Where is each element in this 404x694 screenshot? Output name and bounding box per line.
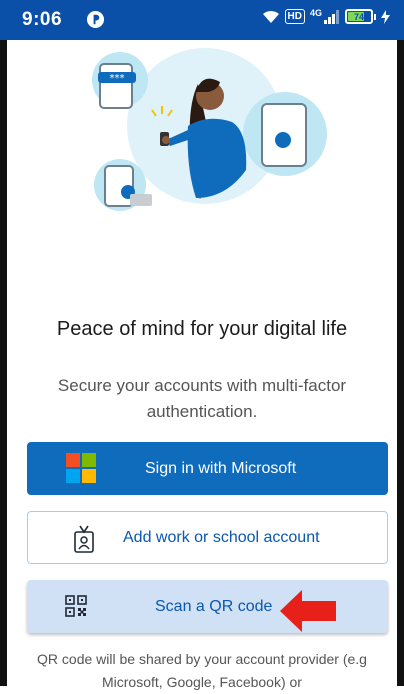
add-account-label: Add work or school account — [123, 528, 320, 546]
svg-text:***: *** — [110, 73, 125, 84]
red-arrow-icon — [280, 590, 336, 632]
battery-percent: 74 — [353, 11, 364, 22]
hd-badge: HD — [284, 9, 305, 24]
scan-qr-label: Scan a QR code — [155, 597, 273, 615]
subtext: Secure your accounts with multi-factor a… — [57, 376, 347, 421]
headline: Peace of mind for your digital life — [56, 318, 348, 340]
microsoft-logo-icon — [66, 453, 96, 483]
ms-logo-red — [66, 453, 80, 467]
add-work-account-button[interactable]: Add work or school account — [27, 511, 388, 564]
status-time: 9:06 — [22, 9, 63, 30]
network-type: 4G — [309, 7, 322, 18]
ms-logo-blue — [66, 469, 80, 483]
app-notification-icon — [86, 10, 105, 29]
signal-icon — [324, 9, 339, 24]
ms-logo-yellow — [82, 469, 96, 483]
battery-indicator: 74 — [345, 9, 373, 24]
wifi-icon — [262, 10, 279, 23]
sign-in-label: Sign in with Microsoft — [145, 459, 297, 477]
security-illustration: *** — [92, 48, 327, 211]
status-icons: HD 4G 74 — [262, 7, 390, 24]
status-bar: 9:06 HD 4G 74 — [0, 0, 404, 40]
ms-logo-green — [82, 453, 96, 467]
id-badge-icon — [74, 525, 94, 553]
sign-in-microsoft-button[interactable]: Sign in with Microsoft — [27, 442, 388, 495]
qr-info-text: QR code will be shared by your account p… — [37, 651, 367, 690]
charging-bolt-icon — [381, 9, 390, 24]
qr-code-icon — [65, 595, 87, 617]
battery-tip — [374, 13, 376, 20]
